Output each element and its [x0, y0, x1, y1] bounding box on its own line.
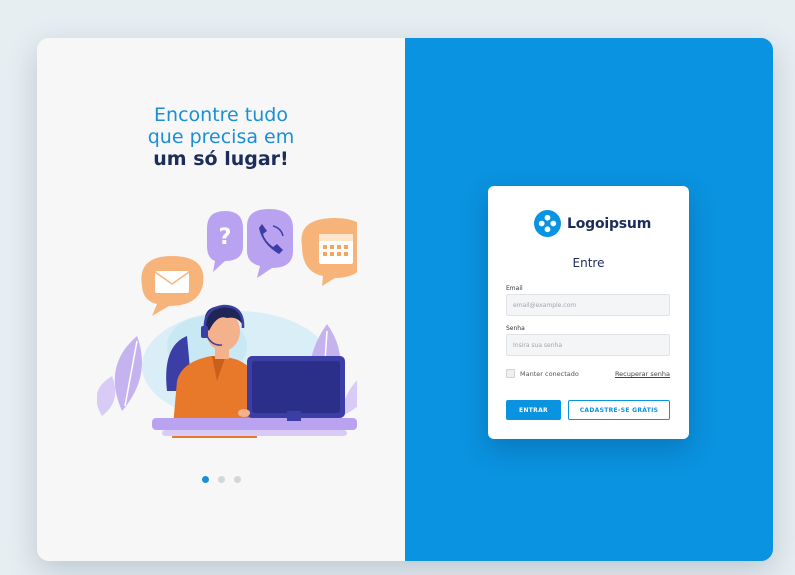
phone-icon [247, 209, 293, 278]
headline-line-1: Encontre tudo [154, 104, 288, 126]
question-icon: ? [207, 211, 243, 272]
carousel-dot-3[interactable] [233, 476, 241, 483]
brand-logo: Logoipsum [534, 210, 651, 237]
headline-line-2: que precisa em [147, 126, 295, 148]
login-panel: Logoipsum Entre Email Senha Manter conec… [405, 38, 773, 561]
carousel-dot-1[interactable] [201, 476, 209, 483]
password-field[interactable] [506, 334, 670, 356]
headline-line-3: um só lugar! [153, 148, 289, 170]
promo-panel: Encontre tudo que precisa em um só lugar… [37, 38, 405, 561]
remember-label: Manter conectado [520, 369, 579, 378]
logo-icon [534, 210, 561, 237]
login-title: Entre [572, 256, 605, 270]
password-label: Senha [506, 325, 525, 332]
login-window: Encontre tudo que precisa em um só lugar… [37, 38, 773, 561]
svg-text:?: ? [219, 225, 232, 250]
carousel-dot-2[interactable] [217, 476, 225, 483]
calendar-icon [301, 218, 357, 286]
carousel-dots [37, 476, 405, 483]
checkbox-icon[interactable] [506, 369, 515, 378]
support-agent-illustration: ? [97, 209, 357, 438]
remember-me[interactable]: Manter conectado [506, 369, 579, 378]
signup-button[interactable]: CADASTRE-SE GRÁTIS [568, 400, 670, 420]
email-field[interactable] [506, 294, 670, 316]
login-card: Logoipsum Entre Email Senha Manter conec… [488, 186, 689, 439]
brand-name: Logoipsum [567, 215, 652, 232]
email-label: Email [506, 285, 523, 292]
envelope-icon [141, 256, 204, 316]
recover-password-link[interactable]: Recuperar senha [615, 370, 670, 378]
enter-button[interactable]: ENTRAR [506, 400, 561, 420]
promo-headline: Encontre tudo que precisa em um só lugar… [37, 104, 405, 170]
